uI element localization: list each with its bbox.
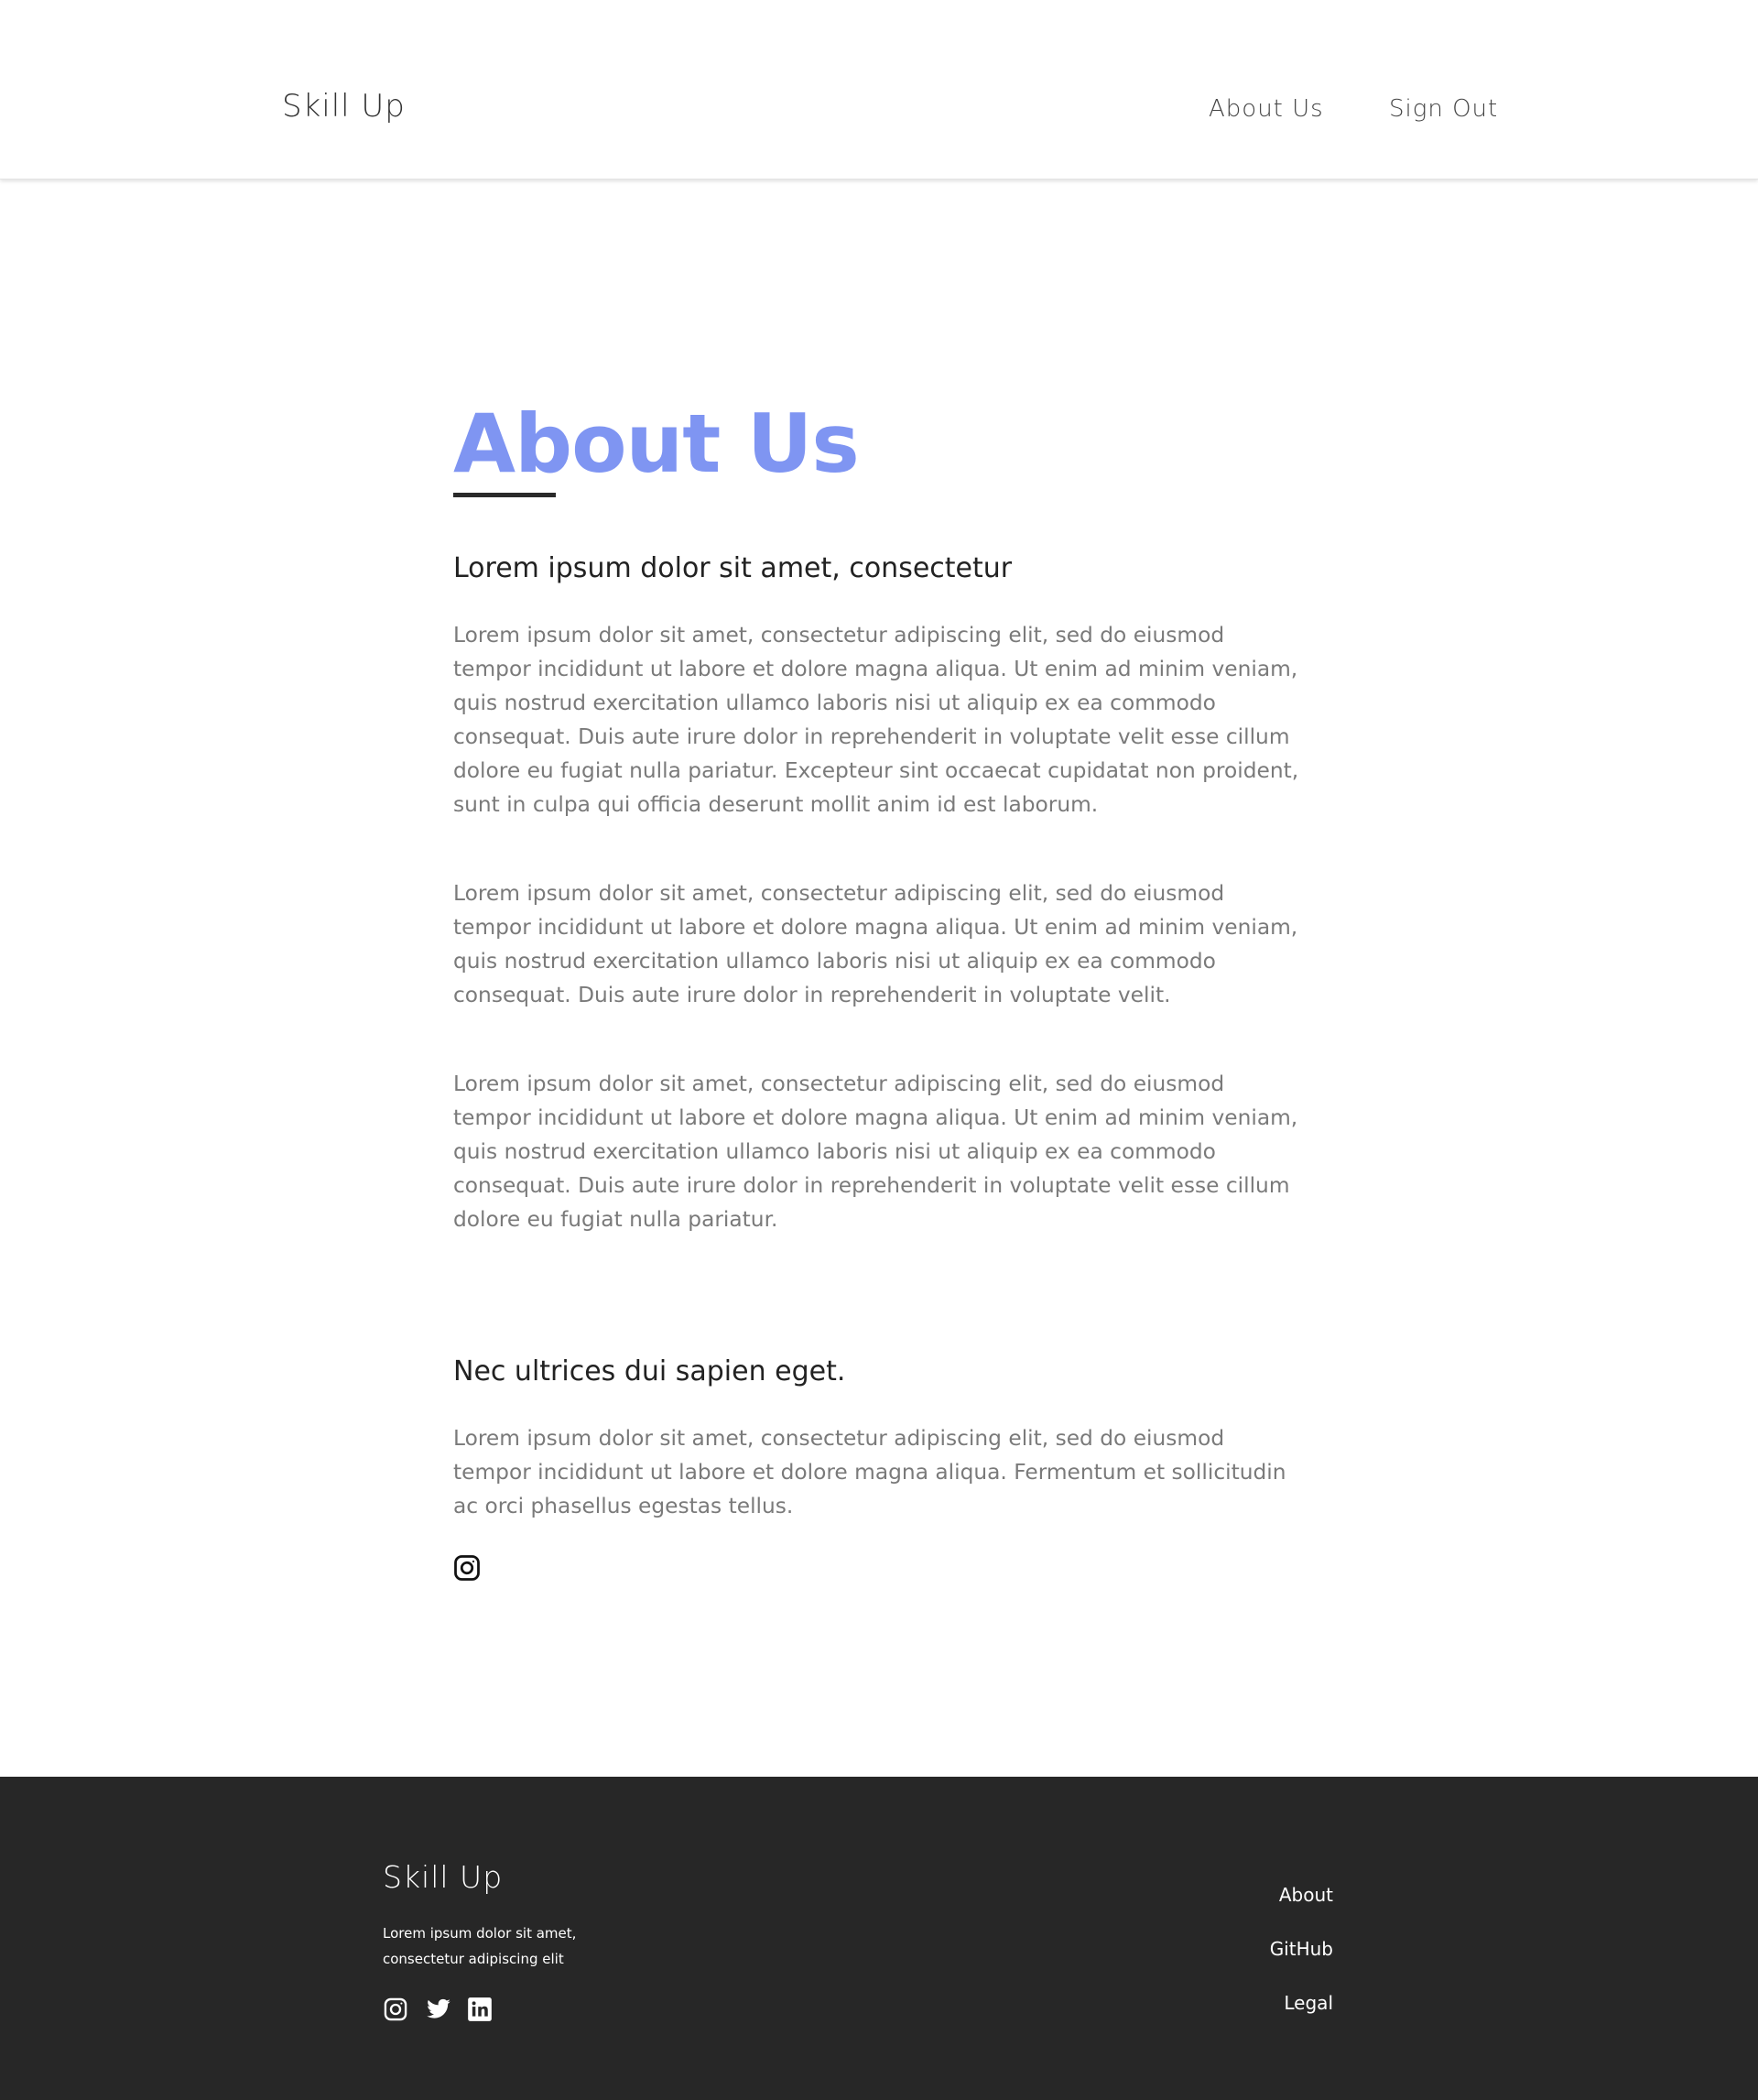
section-heading: Lorem ipsum dolor sit amet, consectetur bbox=[453, 552, 1013, 584]
brand-logo[interactable]: Skill Up bbox=[282, 88, 406, 125]
section-paragraph: Lorem ipsum dolor sit amet, consectetur … bbox=[453, 1426, 1286, 1518]
linkedin-icon[interactable] bbox=[467, 1997, 493, 2022]
footer-link-legal[interactable]: Legal bbox=[1270, 1993, 1333, 2014]
footer-link-about[interactable]: About bbox=[1270, 1885, 1333, 1906]
site-footer: Skill Up Lorem ipsum dolor sit amet, con… bbox=[0, 1777, 1758, 2100]
nav-sign-out-link[interactable]: Sign Out bbox=[1389, 95, 1498, 123]
nav-about-us-link[interactable]: About Us bbox=[1209, 95, 1324, 123]
instagram-icon[interactable] bbox=[383, 1997, 408, 2022]
instagram-icon[interactable] bbox=[453, 1554, 481, 1582]
site-header: Skill Up About Us Sign Out bbox=[0, 0, 1758, 180]
section-paragraph: Lorem ipsum dolor sit amet, consectetur … bbox=[453, 1072, 1298, 1232]
section-heading: Nec ultrices dui sapien eget. bbox=[453, 1355, 846, 1387]
footer-social-icons bbox=[383, 1997, 493, 2022]
main-content: About Us Lorem ipsum dolor sit amet, con… bbox=[453, 394, 1305, 1582]
section-paragraph: Lorem ipsum dolor sit amet, consectetur … bbox=[453, 623, 1299, 817]
twitter-icon[interactable] bbox=[425, 1997, 450, 2022]
section-paragraph: Lorem ipsum dolor sit amet, consectetur … bbox=[453, 881, 1298, 1007]
footer-tagline: Lorem ipsum dolor sit amet, consectetur … bbox=[383, 1925, 577, 1967]
footer-brand[interactable]: Skill Up bbox=[383, 1859, 503, 1895]
footer-link-github[interactable]: GitHub bbox=[1270, 1939, 1333, 1960]
footer-links: About GitHub Legal bbox=[1270, 1885, 1333, 2014]
page-title: About Us bbox=[453, 397, 860, 491]
